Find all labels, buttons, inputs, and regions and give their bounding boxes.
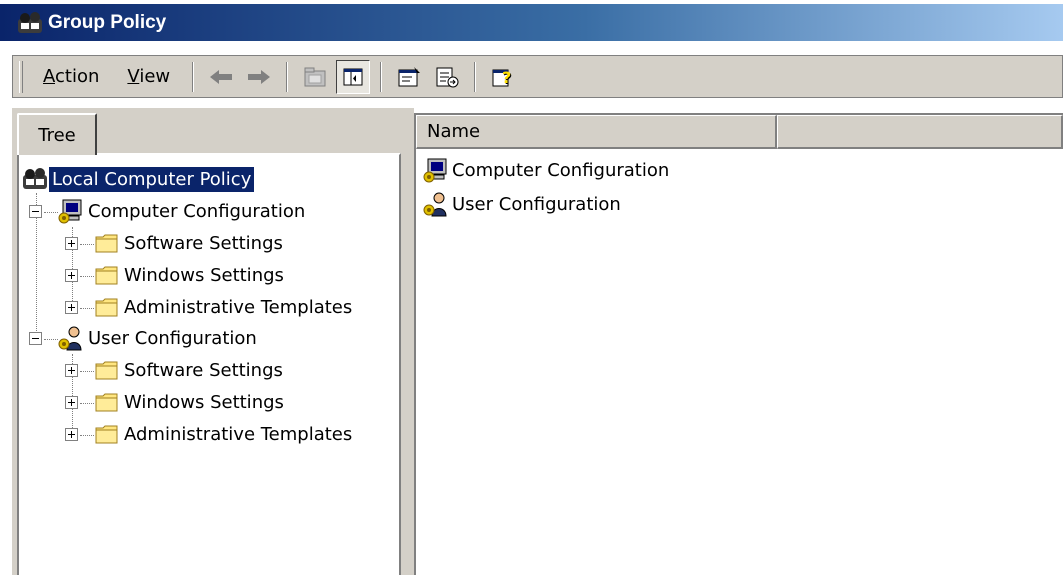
title-bar[interactable]: Group Policy [0, 0, 1063, 45]
tree-item-administrative-templates[interactable]: Administrative Templates [65, 418, 355, 450]
column-header: Name [416, 115, 1063, 149]
tree-item-label: Administrative Templates [124, 296, 353, 318]
toolbar-separator [380, 61, 383, 92]
tree-item-label: Windows Settings [124, 391, 284, 413]
help-button[interactable]: ? ? [486, 60, 520, 94]
tab-tree[interactable]: Tree [17, 113, 97, 155]
list-item-computer-configuration[interactable]: Computer Configuration [422, 154, 672, 186]
tree-item-label: Administrative Templates [124, 423, 353, 445]
svg-text:?: ? [502, 68, 511, 87]
tree-item-label: Computer Configuration [88, 200, 306, 222]
tree-item-windows-settings[interactable]: Windows Settings [65, 259, 287, 291]
tree-item-local-computer-policy[interactable]: Local Computer Policy [21, 163, 256, 195]
computer-icon [423, 158, 447, 183]
expand-toggle[interactable] [65, 268, 78, 282]
up-folder-icon [304, 67, 326, 86]
toolbar-separator [192, 61, 195, 92]
group-policy-icon [18, 11, 42, 33]
pane-splitter[interactable] [406, 108, 414, 575]
tree-item-software-settings[interactable]: Software Settings [65, 354, 286, 386]
column-blank[interactable] [777, 115, 1063, 149]
expand-toggle[interactable] [65, 395, 78, 409]
folder-icon [95, 234, 118, 253]
toolbar-separator [474, 61, 477, 92]
show-hide-tree-button[interactable] [336, 59, 371, 94]
back-arrow-icon [210, 69, 233, 84]
forward-arrow-icon [248, 69, 271, 84]
computer-icon [58, 199, 82, 224]
toolbar-separator [286, 61, 289, 92]
tree-item-label: Local Computer Policy [47, 165, 256, 193]
show-hide-tree-icon [343, 68, 363, 85]
expand-toggle[interactable] [65, 300, 78, 314]
tree-item-administrative-templates[interactable]: Administrative Templates [65, 291, 355, 323]
tree-item-label: Software Settings [124, 359, 283, 381]
collapse-toggle[interactable] [29, 204, 42, 218]
window-title: Group Policy [48, 11, 167, 33]
expand-toggle[interactable] [65, 363, 78, 377]
tree-item-label: Windows Settings [124, 264, 284, 286]
user-icon [58, 326, 82, 351]
list-item-user-configuration[interactable]: User Configuration [422, 188, 624, 220]
details-list[interactable]: Name Computer Configuration User Configu… [414, 113, 1063, 575]
expand-toggle[interactable] [65, 427, 78, 441]
tree-view[interactable]: Local Computer Policy Computer Configura… [17, 153, 401, 575]
up-one-level-button[interactable] [298, 60, 332, 94]
tree-panel: Tree Local Computer Policy Computer Conf… [12, 108, 406, 575]
tree-item-user-configuration[interactable]: User Configuration [29, 322, 260, 354]
properties-icon [398, 66, 421, 86]
tree-item-windows-settings[interactable]: Windows Settings [65, 386, 287, 418]
properties-button[interactable] [392, 60, 426, 94]
export-list-icon [436, 67, 459, 87]
folder-icon [95, 425, 118, 444]
forward-button[interactable] [242, 60, 276, 94]
folder-icon [95, 361, 118, 380]
menu-toolbar: Action View ? ? [12, 55, 1063, 98]
folder-icon [95, 298, 118, 317]
export-list-button[interactable] [430, 60, 464, 94]
help-icon: ? ? [492, 68, 512, 88]
toolbar-grip[interactable] [19, 60, 23, 93]
user-icon [423, 192, 447, 217]
tree-item-label: Software Settings [124, 232, 283, 254]
tree-item-software-settings[interactable]: Software Settings [65, 227, 286, 259]
group-policy-icon [23, 168, 47, 189]
expand-toggle[interactable] [65, 236, 78, 250]
tree-item-computer-configuration[interactable]: Computer Configuration [29, 195, 308, 227]
list-item-label: User Configuration [452, 193, 621, 215]
folder-icon [95, 266, 118, 285]
menu-action[interactable]: Action [29, 66, 113, 87]
back-button[interactable] [204, 60, 238, 94]
list-item-label: Computer Configuration [452, 159, 670, 181]
collapse-toggle[interactable] [29, 331, 42, 345]
tree-item-label: User Configuration [88, 327, 257, 349]
menu-view[interactable]: View [113, 66, 184, 87]
folder-icon [95, 393, 118, 412]
column-name[interactable]: Name [416, 115, 777, 149]
